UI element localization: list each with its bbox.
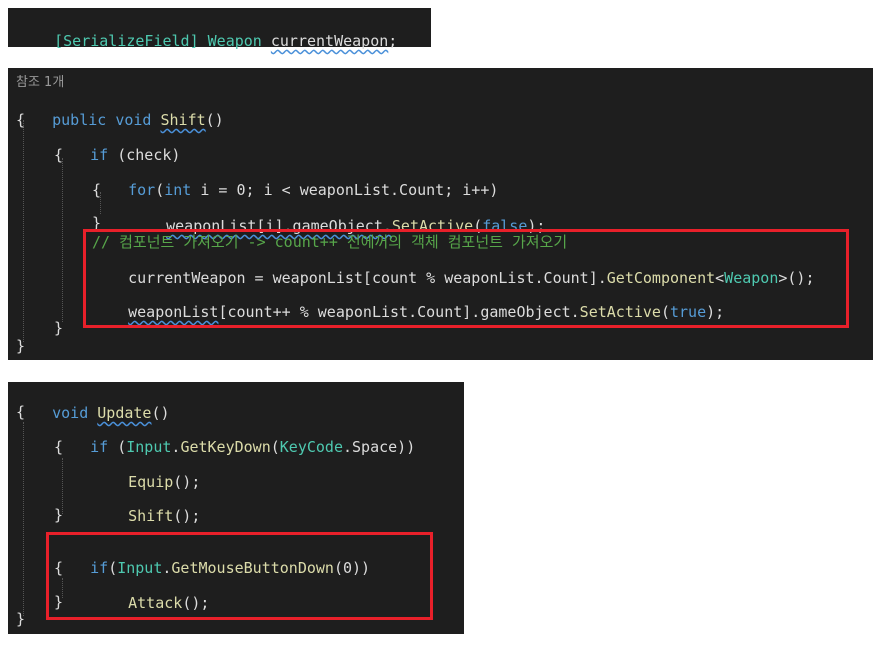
for-body-token: i = 0; i < weaponList.Count; i++) [191, 181, 499, 199]
code-line-brace: } [54, 319, 64, 337]
indent-guide [62, 158, 63, 322]
code-line-field: [SerializeField] Weapon currentWeapon; [18, 14, 397, 68]
method-call-token: Shift [128, 507, 174, 525]
code-line-brace: { [54, 438, 64, 456]
type-token: Weapon [207, 32, 262, 50]
keyword-token: public [52, 111, 107, 129]
code-line-brace: { [16, 403, 26, 421]
highlight-box-update [46, 532, 433, 620]
code-line-brace: } [54, 506, 64, 524]
type-token: Input [126, 438, 172, 456]
code-panel-field: [SerializeField] Weapon currentWeapon; [8, 8, 431, 50]
keyword-token: if [90, 438, 109, 456]
paren-token: ( [108, 438, 127, 456]
paren-token: ( [270, 438, 280, 456]
code-line-brace: } [16, 610, 26, 628]
end-token: (); [173, 507, 201, 525]
keyword-token: void [115, 111, 152, 129]
condition-token: .Space)) [343, 438, 416, 456]
attribute-token: [SerializeField] [54, 32, 199, 50]
keyword-token: int [164, 181, 192, 199]
method-call-token: GetKeyDown [180, 438, 271, 456]
code-panel-update: void Update() { if (Input.GetKeyDown(Key… [8, 382, 464, 634]
type-token: KeyCode [279, 438, 343, 456]
code-line-brace: { [16, 111, 26, 129]
paren-token: ( [155, 181, 165, 199]
method-name-token: Shift [160, 111, 206, 129]
code-line-brace: { [54, 146, 64, 164]
code-panel-shift: 참조 1개 public void Shift() { if (check) {… [8, 68, 873, 360]
code-line-brace: { [92, 181, 102, 199]
indent-guide [23, 120, 24, 342]
condition-token: (check) [108, 146, 181, 164]
reference-count-label[interactable]: 참조 1개 [16, 74, 64, 92]
semicolon-token: ; [388, 32, 398, 50]
paren-token: () [205, 111, 224, 129]
highlight-box-shift [83, 229, 849, 328]
field-name-token: currentWeapon [270, 32, 389, 50]
indent-guide [23, 422, 24, 616]
code-line-brace: } [16, 337, 26, 355]
keyword-token: if [90, 146, 109, 164]
keyword-token: for [128, 181, 156, 199]
